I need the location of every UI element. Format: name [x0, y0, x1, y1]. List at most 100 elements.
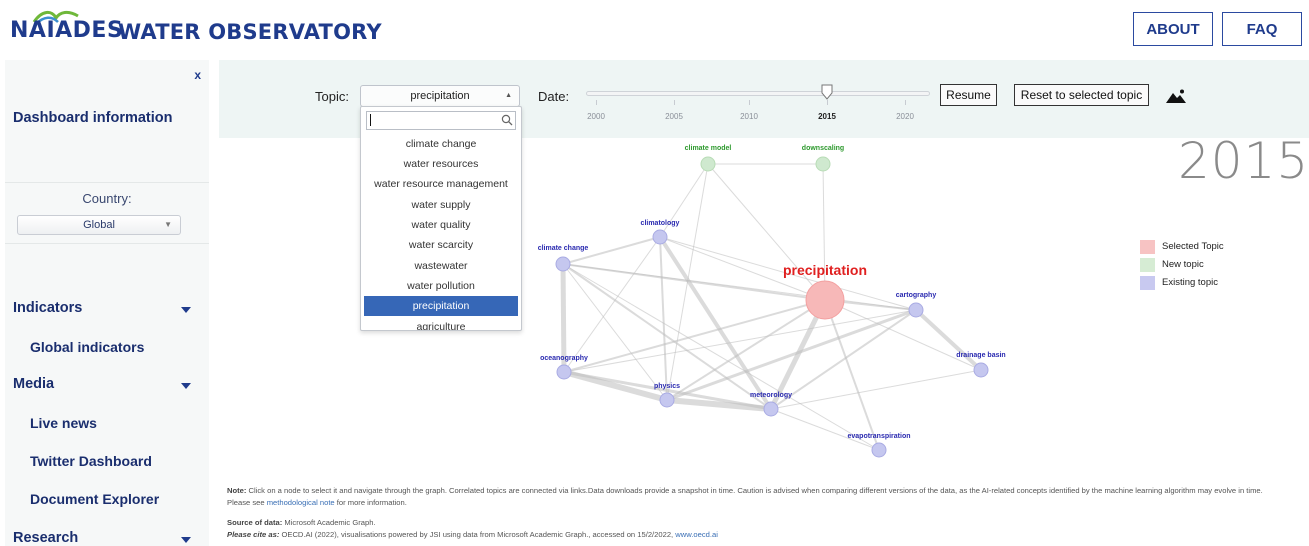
caret-down-icon[interactable] — [181, 307, 191, 313]
topic-search-input[interactable] — [366, 111, 516, 130]
graph-node-label[interactable]: evapotranspiration — [847, 433, 910, 440]
graph-node-label[interactable]: oceanography — [540, 355, 588, 362]
dropdown-option[interactable]: water supply — [364, 195, 518, 215]
resume-button[interactable]: Resume — [940, 84, 997, 106]
slider-tick-label: 2010 — [740, 112, 758, 121]
cite-text: OECD.AI (2022), visualisations powered b… — [279, 530, 676, 539]
slider-tick — [905, 100, 906, 105]
graph-node-cartography[interactable] — [908, 302, 924, 318]
graph-node-precipitation[interactable] — [805, 280, 845, 320]
note-text: Click on a node to select it and navigat… — [248, 486, 1263, 495]
naiades-logo[interactable]: NAIADES — [10, 8, 123, 52]
methodological-note-link[interactable]: methodological note — [267, 498, 335, 507]
graph-edge — [563, 299, 826, 373]
caret-down-icon[interactable] — [181, 383, 191, 389]
mountain-image-icon[interactable] — [1165, 88, 1187, 104]
graph-edge — [822, 163, 826, 301]
header: NAIADES WATER OBSERVATORY ABOUT FAQ — [0, 0, 1309, 58]
slider-tick-label-selected: 2015 — [818, 112, 836, 121]
legend-label: New topic — [1162, 259, 1204, 270]
graph-node-label[interactable]: climate change — [538, 245, 589, 252]
caret-down-icon[interactable] — [181, 537, 191, 543]
graph-edge — [563, 236, 661, 373]
country-select[interactable]: Global ▼ — [17, 215, 181, 235]
source-text: Microsoft Academic Graph. — [282, 518, 376, 527]
dropdown-option[interactable]: climate change — [364, 134, 518, 154]
reset-to-selected-topic-button[interactable]: Reset to selected topic — [1014, 84, 1149, 106]
graph-node-oceanography[interactable] — [556, 364, 572, 380]
dropdown-option[interactable]: water resource management — [364, 174, 518, 194]
graph-node-physics[interactable] — [659, 392, 675, 408]
app-title: WATER OBSERVATORY — [118, 20, 382, 44]
graph-node-downscaling[interactable] — [815, 156, 831, 172]
app-root: NAIADES WATER OBSERVATORY ABOUT FAQ x Da… — [0, 0, 1309, 546]
source-line: Source of data: Microsoft Academic Graph… — [227, 517, 1302, 529]
graph-node-label[interactable]: drainage basin — [956, 352, 1005, 359]
legend-swatch — [1140, 240, 1155, 254]
date-slider-track[interactable] — [586, 91, 930, 96]
slider-tick — [596, 100, 597, 105]
dropdown-option[interactable]: water scarcity — [364, 235, 518, 255]
search-icon — [501, 114, 513, 126]
sidebar-item-live-news[interactable]: Live news — [30, 415, 97, 431]
legend-swatch — [1140, 258, 1155, 272]
graph-node-label[interactable]: meteorology — [750, 392, 792, 399]
see-line: Please see methodological note for more … — [227, 497, 1302, 509]
topic-select[interactable]: precipitation ▲ — [360, 85, 520, 107]
cite-line: Please cite as: OECD.AI (2022), visualis… — [227, 529, 1302, 541]
topic-dropdown: climate change water resources water res… — [360, 106, 522, 331]
dropdown-option[interactable]: water resources — [364, 154, 518, 174]
graph-nodes: precipitation climate model downscaling cli… — [538, 145, 1006, 458]
legend-label: Selected Topic — [1162, 241, 1224, 252]
graph-node-label[interactable]: climatology — [641, 220, 680, 227]
legend-swatch — [1140, 276, 1155, 290]
graph-node-label[interactable]: physics — [654, 383, 680, 390]
sidebar-section-media[interactable]: Media — [13, 376, 54, 392]
graph-node-label[interactable]: precipitation — [783, 262, 867, 278]
dropdown-option[interactable]: agriculture — [364, 317, 518, 330]
sidebar-close-icon[interactable]: x — [194, 68, 201, 82]
slider-tick-label: 2000 — [587, 112, 605, 121]
sidebar-section-research[interactable]: Research — [13, 530, 78, 546]
graph-node-drainage-basin[interactable] — [973, 362, 989, 378]
dropdown-option[interactable]: wastewater — [364, 256, 518, 276]
sidebar-section-indicators[interactable]: Indicators — [13, 300, 82, 316]
sidebar-item-global-indicators[interactable]: Global indicators — [30, 339, 144, 355]
graph-edge — [914, 308, 983, 372]
topic-select-value: precipitation — [410, 90, 470, 102]
country-filter: Country: Global ▼ — [5, 182, 209, 244]
slider-tick — [674, 100, 675, 105]
graph-node-evapotranspiration[interactable] — [871, 442, 887, 458]
sidebar-item-document-explorer[interactable]: Document Explorer — [30, 491, 159, 507]
dropdown-option-selected[interactable]: precipitation — [364, 296, 518, 316]
graph-node-climate-model[interactable] — [700, 156, 716, 172]
cite-label: Please cite as: — [227, 530, 280, 539]
date-label: Date: — [538, 89, 570, 104]
chevron-down-icon: ▼ — [164, 220, 172, 229]
date-slider-thumb[interactable] — [821, 84, 833, 100]
graph-node-label[interactable]: downscaling — [802, 145, 844, 152]
sidebar-item-twitter-dashboard[interactable]: Twitter Dashboard — [30, 453, 152, 469]
see-suffix: for more information. — [334, 498, 407, 507]
topic-label: Topic: — [315, 89, 349, 104]
logo-text: NAIADES — [10, 17, 124, 43]
dropdown-option[interactable]: water pollution — [364, 276, 518, 296]
sidebar: x Dashboard information Country: Global … — [5, 60, 209, 546]
graph-node-label[interactable]: cartography — [896, 292, 937, 299]
dropdown-option[interactable]: water quality — [364, 215, 518, 235]
graph-edge — [770, 369, 982, 410]
graph-node-climate-change[interactable] — [555, 256, 571, 272]
graph-node-climatology[interactable] — [652, 229, 668, 245]
slider-tick-label: 2005 — [665, 112, 683, 121]
note-label: Note: — [227, 486, 247, 495]
about-button[interactable]: ABOUT — [1133, 12, 1213, 46]
graph-node-meteorology[interactable] — [763, 401, 779, 417]
graph-edge — [659, 236, 668, 401]
oecd-ai-link[interactable]: www.oecd.ai — [675, 530, 718, 539]
dashboard-information-link[interactable]: Dashboard information — [13, 110, 173, 126]
faq-button[interactable]: FAQ — [1222, 12, 1302, 46]
slider-tick-label: 2020 — [896, 112, 914, 121]
graph-edge — [824, 299, 880, 451]
text-cursor — [370, 114, 371, 126]
graph-node-label[interactable]: climate model — [685, 145, 732, 152]
